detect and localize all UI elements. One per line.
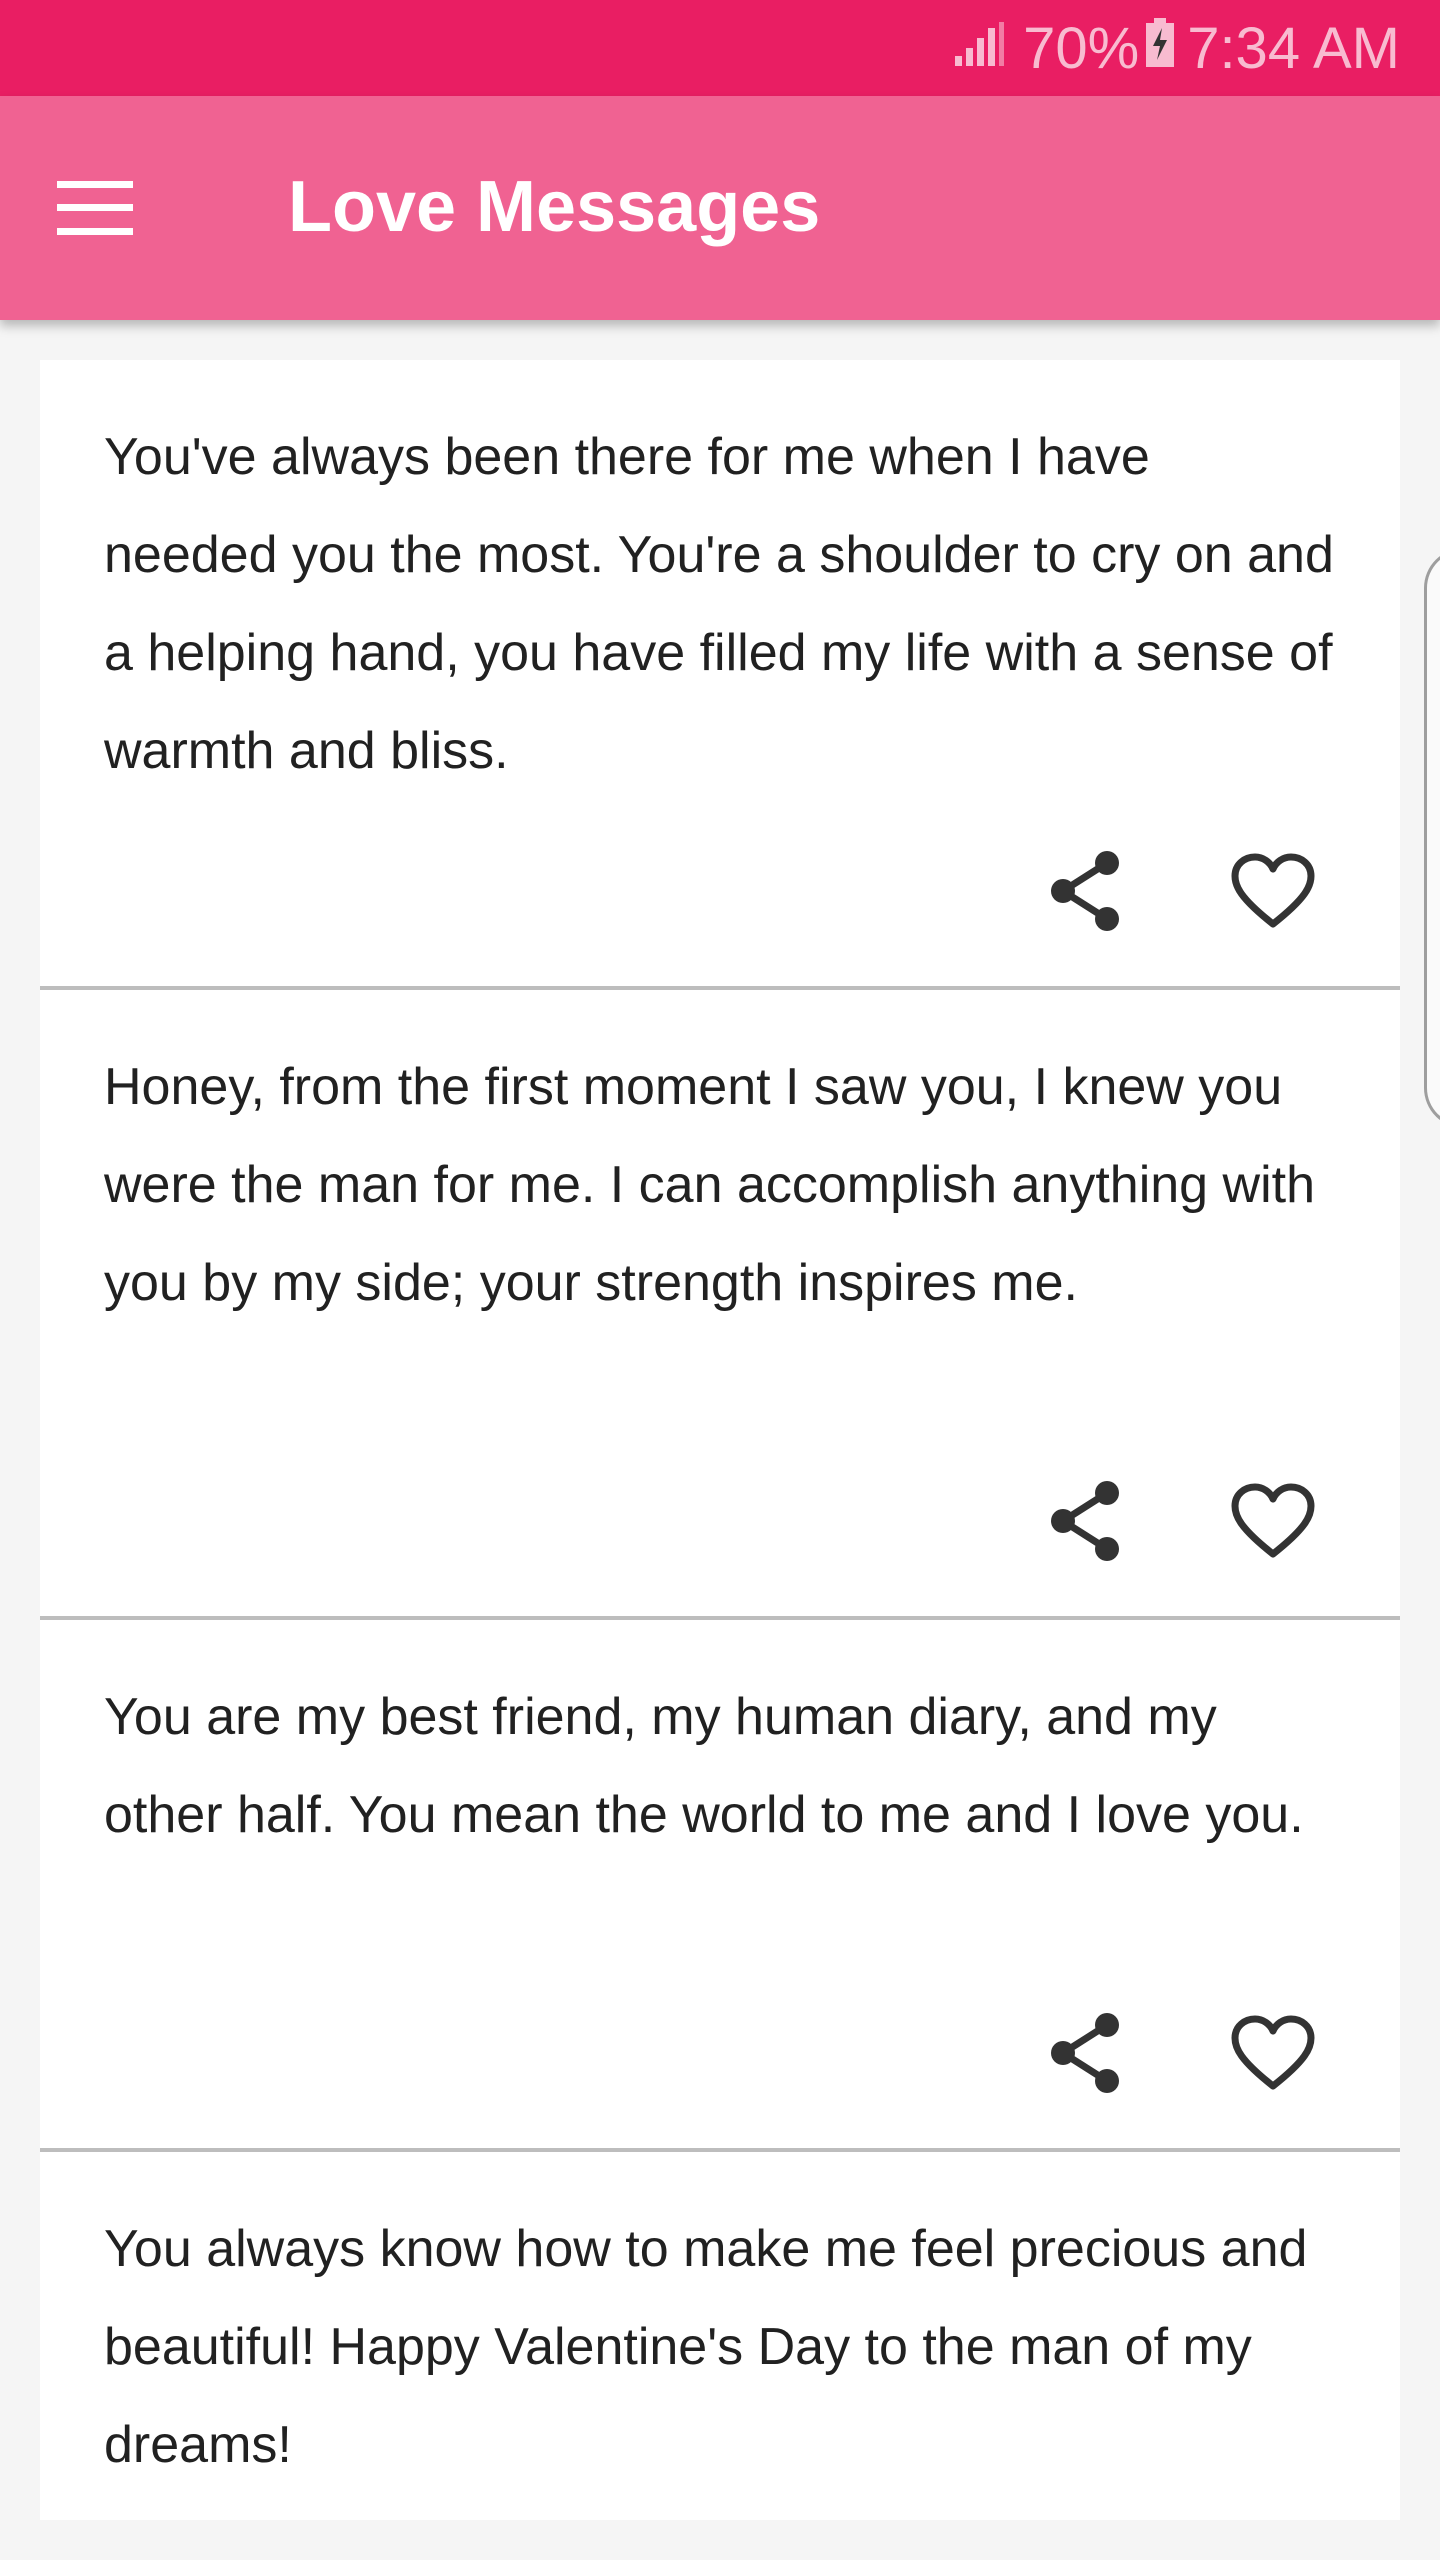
battery-percent: 70% (1023, 15, 1140, 81)
app-bar: Love Messages (0, 96, 1440, 320)
hamburger-menu-icon (57, 181, 133, 235)
status-bar: 70% 7:34 AM (0, 0, 1440, 96)
heart-outline-icon (1231, 853, 1315, 928)
share-button[interactable] (1030, 836, 1140, 946)
message-text: You always know how to make me feel prec… (104, 2220, 1308, 2474)
fast-scroll-handle[interactable] (1424, 548, 1440, 1128)
message-text: You are my best friend, my human diary, … (104, 1688, 1304, 1844)
heart-outline-icon (1231, 2015, 1315, 2090)
menu-button[interactable] (40, 158, 150, 258)
signal-icon (953, 15, 1005, 82)
share-icon (1051, 1481, 1119, 1561)
share-icon (1051, 851, 1119, 931)
page-title: Love Messages (288, 167, 821, 247)
message-card: You always know how to make me feel prec… (40, 2152, 1400, 2520)
share-button[interactable] (1030, 1466, 1140, 1576)
favorite-button[interactable] (1218, 1998, 1328, 2108)
message-card: Honey, from the first moment I saw you, … (40, 990, 1400, 1620)
clock: 7:34 AM (1187, 15, 1400, 81)
share-button[interactable] (1030, 1998, 1140, 2108)
message-card: You've always been there for me when I h… (40, 360, 1400, 990)
heart-outline-icon (1231, 1483, 1315, 1558)
message-card: You are my best friend, my human diary, … (40, 1620, 1400, 2152)
message-text: Honey, from the first moment I saw you, … (104, 1058, 1316, 1312)
message-list[interactable]: You've always been there for me when I h… (40, 360, 1400, 2520)
share-icon (1051, 2013, 1119, 2093)
battery-charging-icon (1145, 15, 1175, 82)
message-text: You've always been there for me when I h… (104, 428, 1334, 780)
favorite-button[interactable] (1218, 836, 1328, 946)
favorite-button[interactable] (1218, 1466, 1328, 1576)
